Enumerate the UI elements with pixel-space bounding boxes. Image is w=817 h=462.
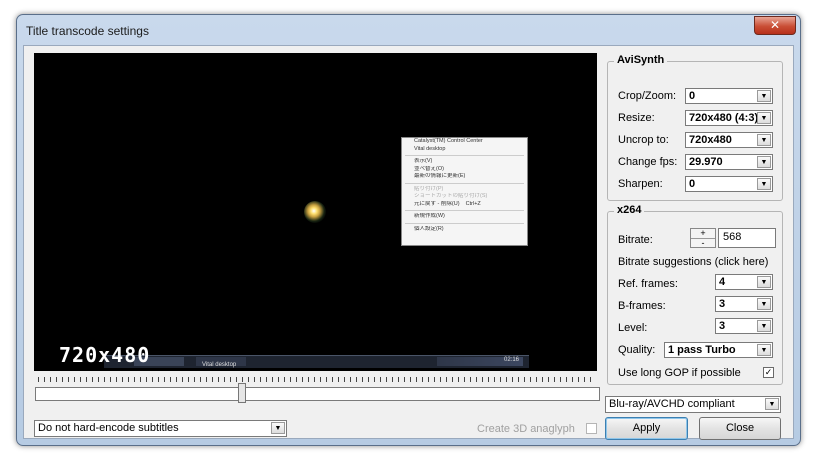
chevron-down-icon: ▼ [757, 156, 771, 168]
bitrate-label: Bitrate: [618, 234, 653, 246]
chevron-down-icon: ▼ [757, 298, 771, 310]
window-title: Title transcode settings [26, 24, 149, 38]
ctx-separator [405, 155, 524, 156]
video-preview: Catalyst(TM) Control Center Vital deskto… [34, 53, 597, 371]
ctx-item: 並べ替え(O) [414, 165, 444, 172]
ctx-separator [405, 182, 524, 184]
close-button[interactable]: Close [699, 417, 781, 440]
change-fps-label: Change fps: [618, 156, 678, 168]
ref-frames-label: Ref. frames: [618, 278, 678, 290]
seek-slider-track[interactable] [35, 387, 600, 401]
ctx-separator [405, 222, 524, 224]
dialog-client: Catalyst(TM) Control Center Vital deskto… [23, 45, 794, 440]
chevron-down-icon: ▼ [757, 178, 771, 190]
quality-select[interactable]: 1 pass Turbo ▼ [664, 342, 773, 358]
crop-zoom-select[interactable]: 0 ▼ [685, 88, 773, 104]
uncrop-select[interactable]: 720x480 ▼ [685, 132, 773, 148]
crop-zoom-label: Crop/Zoom: [618, 90, 677, 102]
ctx-item: Vital desktop [414, 145, 446, 152]
chevron-down-icon: ▼ [757, 112, 771, 124]
windows-orb-icon [304, 201, 326, 223]
b-frames-label: B-frames: [618, 300, 666, 312]
long-gop-label: Use long GOP if possible [618, 367, 741, 379]
chevron-down-icon: ▼ [757, 134, 771, 146]
chevron-down-icon: ▼ [757, 320, 771, 332]
ctx-item: 最新の情報に更新(E) [414, 173, 466, 179]
preview-taskbar: Vital desktop 02:16 [104, 355, 529, 368]
title-bar[interactable]: Title transcode settings ✕ [17, 15, 800, 45]
ctx-item: 新規作成(W) [414, 213, 445, 219]
resize-label: Resize: [618, 112, 655, 124]
preview-context-menu: Catalyst(TM) Control Center Vital deskto… [401, 137, 528, 246]
dialog-window: Title transcode settings ✕ Catalyst(TM) … [16, 14, 801, 446]
taskbar-tray: 02:16 [437, 357, 523, 366]
level-select[interactable]: 3 ▼ [715, 318, 773, 334]
sharpen-select[interactable]: 0 ▼ [685, 176, 773, 192]
close-window-button[interactable]: ✕ [754, 16, 796, 35]
bitrate-suggestions-link[interactable]: Bitrate suggestions (click here) [618, 256, 768, 268]
uncrop-label: Uncrop to: [618, 134, 669, 146]
avisynth-group-title: AviSynth [614, 54, 668, 66]
bitrate-spinner[interactable]: + - [690, 228, 716, 248]
ctx-item: 表示(V) [414, 158, 433, 164]
ctx-item: Catalyst(TM) Control Center [414, 138, 483, 144]
anaglyph-checkbox[interactable] [586, 423, 597, 434]
chevron-down-icon: ▼ [765, 398, 779, 410]
subtitles-select[interactable]: Do not hard-encode subtitles ▼ [34, 420, 287, 437]
chevron-down-icon: ▼ [757, 90, 771, 102]
chevron-down-icon: ▼ [757, 276, 771, 288]
ctx-item: 元に戻す - 削除(U) Ctrl+Z [414, 200, 481, 207]
level-label: Level: [618, 322, 648, 334]
sharpen-label: Sharpen: [618, 178, 663, 190]
bitrate-decrease-button[interactable]: - [691, 239, 715, 248]
change-fps-select[interactable]: 29.970 ▼ [685, 154, 773, 170]
ctx-item: 個人設定(R) [414, 225, 444, 232]
long-gop-checkbox[interactable]: ✓ [763, 367, 774, 378]
bitrate-input[interactable]: 568 [718, 228, 776, 248]
quality-label: Quality: [618, 344, 656, 356]
chevron-down-icon: ▼ [271, 422, 285, 434]
b-frames-select[interactable]: 3 ▼ [715, 296, 773, 312]
apply-button[interactable]: Apply [605, 417, 688, 440]
taskbar-item: Vital desktop [196, 357, 246, 368]
ctx-item: 貼り付け(P) [414, 185, 444, 192]
compliance-select[interactable]: Blu-ray/AVCHD compliant ▼ [605, 396, 781, 413]
ref-frames-select[interactable]: 4 ▼ [715, 274, 773, 290]
x264-group-title: x264 [614, 204, 645, 216]
chevron-down-icon: ▼ [757, 344, 771, 356]
seek-slider-thumb[interactable] [238, 383, 246, 403]
anaglyph-label: Create 3D anaglyph [477, 423, 575, 435]
ctx-separator [405, 210, 524, 211]
ctx-item: ショートカットの貼り付け(S) [414, 193, 488, 199]
seek-ticks [38, 377, 591, 382]
resize-select[interactable]: 720x480 (4:3) ▼ [685, 110, 773, 126]
resolution-overlay: 720x480 [59, 343, 151, 367]
